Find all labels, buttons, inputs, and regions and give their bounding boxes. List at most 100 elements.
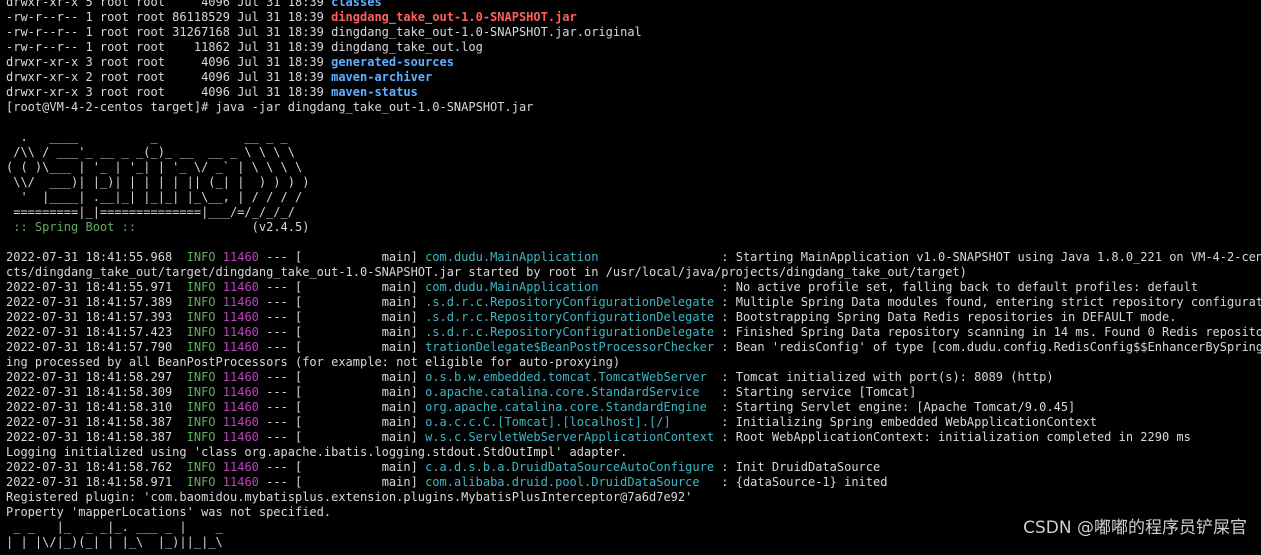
log-message: : Starting service [Tomcat]: [714, 385, 917, 399]
log-timestamp: 2022-07-31 18:41:57.423: [6, 325, 173, 339]
spring-boot-version: (v2.4.5): [143, 220, 310, 234]
log-level: INFO: [186, 415, 216, 429]
log-thread: --- [ main]: [258, 310, 426, 324]
log-pid: 11460: [222, 460, 259, 474]
log-timestamp: 2022-07-31 18:41:55.968: [6, 250, 173, 264]
log-message: : Root WebApplicationContext: initializa…: [714, 430, 1191, 444]
log-thread: --- [ main]: [258, 250, 426, 264]
banner-line: ' |____| .__|_| |_|_| |_\__, | / / / /: [6, 190, 303, 204]
log-pid: 11460: [222, 325, 259, 339]
log-line: 2022-07-31 18:41:58.310 INFO 11460 --- […: [6, 400, 1261, 415]
log-timestamp: 2022-07-31 18:41:58.297: [6, 370, 173, 384]
log-level: INFO: [186, 400, 216, 414]
file-name: maven-archiver: [331, 70, 433, 84]
log-message: : Tomcat initialized with port(s): 8089 …: [714, 370, 1054, 384]
log-logger: org.apache.catalina.core.StandardEngine: [425, 400, 715, 414]
log-timestamp: 2022-07-31 18:41:58.309: [6, 385, 173, 399]
log-plain-line: ing processed by all BeanPostProcessors …: [6, 355, 621, 369]
log-thread: --- [ main]: [258, 385, 426, 399]
log-level: INFO: [186, 430, 216, 444]
log-pid: 11460: [222, 400, 259, 414]
log-logger: o.s.b.w.embedded.tomcat.TomcatWebServer: [425, 370, 715, 384]
file-meta: -rw-r--r-- 1 root root 31267168 Jul 31 1…: [6, 25, 332, 39]
log-message: : Finished Spring Data repository scanni…: [714, 325, 1261, 339]
file-name: dingdang_take_out-1.0-SNAPSHOT.jar: [331, 10, 577, 24]
log-pid: 11460: [222, 430, 259, 444]
file-meta: drwxr-xr-x 2 root root 4096 Jul 31 18:39: [6, 70, 332, 84]
log-thread: --- [ main]: [258, 430, 426, 444]
log-message: : Bootstrapping Spring Data Redis reposi…: [714, 310, 1177, 324]
log-pid: 11460: [222, 370, 259, 384]
log-plain-line: Registered plugin: 'com.baomidou.mybatis…: [6, 490, 693, 504]
file-meta: -rw-r--r-- 1 root root 86118529 Jul 31 1…: [6, 10, 332, 24]
log-thread: --- [ main]: [258, 415, 426, 429]
shell-prompt-line: [root@VM-4-2-centos target]# java -jar d…: [6, 100, 534, 114]
log-level: INFO: [186, 370, 216, 384]
csdn-watermark: CSDN @嘟嘟的程序员铲屎官: [1023, 518, 1247, 538]
log-thread: --- [ main]: [258, 460, 426, 474]
log-level: INFO: [186, 475, 216, 489]
log-plain-line: Logging initialized using 'class org.apa…: [6, 445, 628, 459]
log-timestamp: 2022-07-31 18:41:58.387: [6, 415, 173, 429]
listing-row: -rw-r--r-- 1 root root 31267168 Jul 31 1…: [6, 25, 1261, 40]
log-pid: 11460: [222, 385, 259, 399]
log-logger: o.a.c.c.C.[Tomcat].[localhost].[/]: [425, 415, 715, 429]
log-level: INFO: [186, 250, 216, 264]
log-level: INFO: [186, 385, 216, 399]
log-line: 2022-07-31 18:41:58.309 INFO 11460 --- […: [6, 385, 1261, 400]
log-level: INFO: [186, 325, 216, 339]
log-timestamp: 2022-07-31 18:41:58.971: [6, 475, 173, 489]
application-log: 2022-07-31 18:41:55.968 INFO 11460 --- […: [6, 235, 1261, 550]
log-logger: w.s.c.ServletWebServerApplicationContext: [425, 430, 715, 444]
log-timestamp: 2022-07-31 18:41:57.389: [6, 295, 173, 309]
log-line: 2022-07-31 18:41:58.971 INFO 11460 --- […: [6, 475, 1261, 490]
log-timestamp: 2022-07-31 18:41:58.762: [6, 460, 173, 474]
terminal-output[interactable]: drwxr-xr-x 5 root root 4096 Jul 31 18:39…: [0, 0, 1261, 555]
log-level: INFO: [186, 310, 216, 324]
log-message: : Starting MainApplication v1.0-SNAPSHOT…: [714, 250, 1261, 264]
listing-row: drwxr-xr-x 5 root root 4096 Jul 31 18:39…: [6, 0, 1261, 10]
log-timestamp: 2022-07-31 18:41:58.310: [6, 400, 173, 414]
banner-line: [6, 115, 1261, 130]
log-message: : Init DruidDataSource: [714, 460, 881, 474]
log-line: 2022-07-31 18:41:58.762 INFO 11460 --- […: [6, 460, 1261, 475]
log-pid: 11460: [222, 340, 259, 354]
spring-boot-banner: . ____ _ __ _ _ /\\ / ___'_ __ _ _(_)_ _…: [6, 115, 1261, 220]
banner-line: /\\ / ___'_ __ _ _(_)_ __ __ _ \ \ \ \: [6, 145, 295, 159]
log-pid: 11460: [222, 295, 259, 309]
directory-listing: drwxr-xr-x 5 root root 4096 Jul 31 18:39…: [6, 0, 1261, 100]
log-line: 2022-07-31 18:41:57.423 INFO 11460 --- […: [6, 325, 1261, 340]
log-level: INFO: [186, 295, 216, 309]
banner-line: . ____ _ __ _ _: [6, 130, 288, 144]
log-plain-line: cts/dingdang_take_out/target/dingdang_ta…: [6, 265, 967, 279]
log-line: 2022-07-31 18:41:58.297 INFO 11460 --- […: [6, 370, 1261, 385]
log-timestamp: 2022-07-31 18:41:58.387: [6, 430, 173, 444]
log-pid: 11460: [222, 280, 259, 294]
log-message: : Starting Servlet engine: [Apache Tomca…: [714, 400, 1076, 414]
log-line: 2022-07-31 18:41:58.387 INFO 11460 --- […: [6, 430, 1261, 445]
listing-row: -rw-r--r-- 1 root root 11862 Jul 31 18:3…: [6, 40, 1261, 55]
banner-line: ( ( )\___ | '_ | '_| | '_ \/ _` | \ \ \ …: [6, 160, 303, 174]
log-line: 2022-07-31 18:41:55.971 INFO 11460 --- […: [6, 280, 1261, 295]
spring-boot-label: :: Spring Boot ::: [6, 220, 144, 234]
log-thread: --- [ main]: [258, 370, 426, 384]
listing-row: drwxr-xr-x 3 root root 4096 Jul 31 18:39…: [6, 55, 1261, 70]
log-thread: --- [ main]: [258, 325, 426, 339]
log-thread: --- [ main]: [258, 295, 426, 309]
log-level: INFO: [186, 280, 216, 294]
log-thread: --- [ main]: [258, 475, 426, 489]
log-thread: --- [ main]: [258, 280, 426, 294]
log-logger: .s.d.r.c.RepositoryConfigurationDelegate: [425, 310, 715, 324]
log-line: 2022-07-31 18:41:58.387 INFO 11460 --- […: [6, 415, 1261, 430]
log-level: INFO: [186, 340, 216, 354]
log-pid: 11460: [222, 310, 259, 324]
log-message: : Initializing Spring embedded WebApplic…: [714, 415, 1097, 429]
log-message: : Multiple Spring Data modules found, en…: [714, 295, 1261, 309]
log-logger: com.dudu.MainApplication: [425, 280, 715, 294]
log-message: : No active profile set, falling back to…: [714, 280, 1199, 294]
log-message: : {dataSource-1} inited: [714, 475, 888, 489]
file-meta: -rw-r--r-- 1 root root 11862 Jul 31 18:3…: [6, 40, 332, 54]
log-logger: .s.d.r.c.RepositoryConfigurationDelegate: [425, 295, 715, 309]
file-name: generated-sources: [331, 55, 454, 69]
